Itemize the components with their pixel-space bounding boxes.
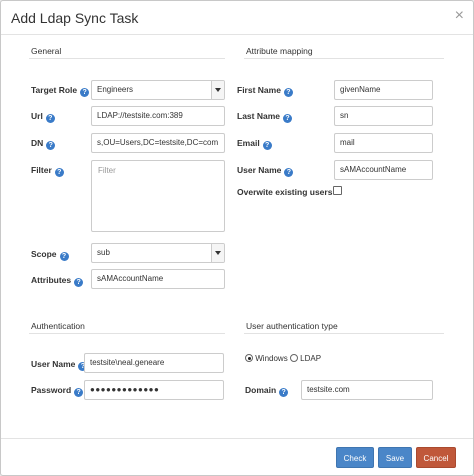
filter-placeholder: Filter: [98, 166, 116, 175]
question-circle-icon[interactable]: ?: [283, 88, 293, 97]
scope-value: sub: [97, 248, 110, 257]
question-circle-icon[interactable]: ?: [279, 388, 289, 397]
dn-label: DN?: [31, 138, 56, 150]
attribute-mapping-divider: [244, 58, 444, 59]
target-role-select[interactable]: Engineers: [91, 80, 225, 100]
auth-user-name-input[interactable]: testsite\neal.geneare: [84, 353, 224, 373]
email-input[interactable]: mail: [334, 133, 433, 153]
chevron-down-icon: [211, 81, 224, 99]
windows-radio[interactable]: [245, 354, 253, 362]
question-circle-icon[interactable]: ?: [59, 252, 69, 261]
check-button[interactable]: Check: [336, 447, 374, 468]
question-circle-icon[interactable]: ?: [54, 168, 64, 177]
attribute-mapping-heading: Attribute mapping: [246, 46, 313, 56]
footer-divider: [1, 438, 473, 439]
email-label: Email?: [237, 138, 272, 150]
domain-input[interactable]: testsite.com: [301, 380, 433, 400]
dialog-header: Add Ldap Sync Task ×: [1, 1, 473, 35]
first-name-input[interactable]: givenName: [334, 80, 433, 100]
authentication-divider: [29, 333, 225, 334]
question-circle-icon[interactable]: ?: [74, 388, 84, 397]
scope-label: Scope?: [31, 249, 69, 261]
windows-radio-label: Windows: [255, 354, 288, 363]
overwrite-label: Overwite existing users: [237, 187, 333, 197]
overwrite-checkbox[interactable]: [333, 186, 342, 195]
filter-textarea[interactable]: Filter: [91, 160, 225, 232]
attributes-input[interactable]: sAMAccountName: [91, 269, 225, 289]
chevron-down-icon: [211, 244, 224, 262]
dn-input[interactable]: s,OU=Users,DC=testsite,DC=com: [91, 133, 225, 153]
filter-label: Filter?: [31, 165, 64, 177]
url-label: Url?: [31, 111, 55, 123]
general-heading: General: [31, 46, 62, 56]
question-circle-icon[interactable]: ?: [283, 114, 292, 123]
target-role-label: Target Role?: [31, 85, 90, 97]
first-name-label: First Name?: [237, 85, 293, 97]
ldap-radio-label: LDAP: [300, 354, 322, 363]
question-circle-icon[interactable]: ?: [45, 114, 55, 123]
user-name-mapping-label: User Name?: [237, 165, 294, 177]
question-circle-icon[interactable]: ?: [46, 141, 56, 150]
user-auth-type-divider: [244, 333, 444, 334]
password-label: Password?: [31, 385, 84, 397]
user-auth-type-heading: User authentication type: [246, 321, 338, 331]
url-input[interactable]: LDAP://testsite.com:389: [91, 106, 225, 126]
last-name-label: Last Name?: [237, 111, 292, 123]
save-button[interactable]: Save: [378, 447, 412, 468]
password-input[interactable]: ●●●●●●●●●●●●●: [84, 380, 224, 400]
auth-user-name-label: User Name?: [31, 359, 88, 371]
attributes-label: Attributes?: [31, 275, 84, 287]
dialog-title: Add Ldap Sync Task: [11, 10, 139, 26]
last-name-input[interactable]: sn: [334, 106, 433, 126]
add-ldap-sync-task-dialog: Add Ldap Sync Task × General Target Role…: [0, 0, 474, 476]
question-circle-icon[interactable]: ?: [74, 278, 84, 287]
auth-type-radio-group: Windows LDAP: [245, 354, 321, 363]
general-divider: [29, 58, 225, 59]
question-circle-icon[interactable]: ?: [284, 168, 294, 177]
authentication-heading: Authentication: [31, 321, 85, 331]
scope-select[interactable]: sub: [91, 243, 225, 263]
target-role-value: Engineers: [97, 85, 134, 94]
ldap-radio[interactable]: [289, 354, 298, 362]
close-icon[interactable]: ×: [455, 8, 464, 24]
cancel-button[interactable]: Cancel: [416, 447, 456, 468]
question-circle-icon[interactable]: ?: [80, 88, 90, 97]
question-circle-icon[interactable]: ?: [262, 141, 272, 150]
domain-label: Domain?: [245, 385, 289, 397]
user-name-mapping-input[interactable]: sAMAccountName: [334, 160, 433, 180]
